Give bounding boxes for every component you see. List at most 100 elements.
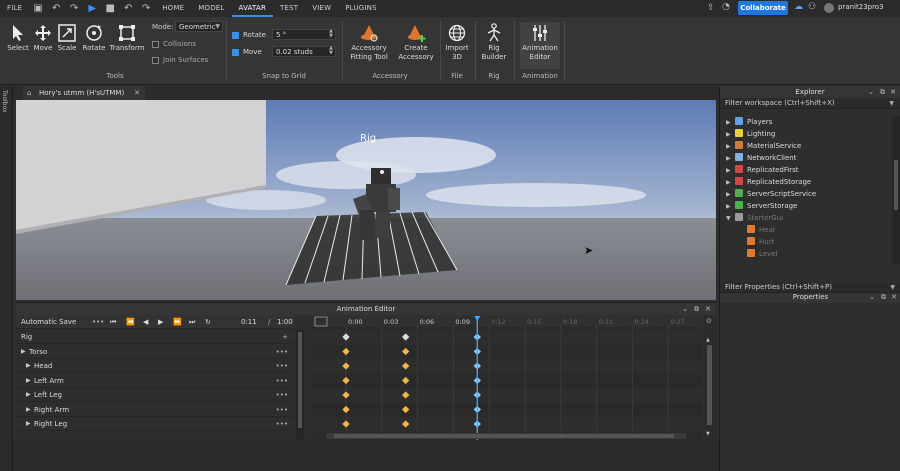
explorer-item[interactable]: ▼ StarterGui [726,212,783,224]
share-icon[interactable]: ⇪ [707,3,715,13]
close-icon[interactable]: ✕ [890,86,896,98]
menu-avatar[interactable]: AVATAR [231,0,274,17]
mode-select[interactable]: Geometric ▼ [175,21,223,32]
join-surfaces-checkbox[interactable] [152,56,159,64]
total-time-field[interactable]: 1:00 [277,315,293,329]
step-back-icon[interactable]: ⏪ [126,315,135,329]
redo-history-icon[interactable]: ↷ [140,3,152,15]
explorer-scrollbar[interactable] [892,116,900,264]
track-more-icon[interactable]: ••• [276,388,288,402]
explorer-item[interactable]: ▶ ReplicatedFirst [726,164,799,176]
transform-tool-button[interactable]: Transform [108,22,146,53]
explorer-item[interactable]: ▶ Players [726,116,772,128]
notification-icon[interactable]: ◔ [722,2,730,12]
expand-arrow-icon[interactable]: ▼ [726,213,735,225]
track-more-icon[interactable]: ••• [276,403,288,417]
track-row[interactable]: ▶ Right Arm ••• [16,403,294,417]
username[interactable]: pranit23pro3 [838,3,884,11]
track-row[interactable]: Rig + [16,330,294,344]
track-scrollbar[interactable] [296,330,304,441]
snap-move-checkbox[interactable] [232,48,239,56]
chevron-down-icon[interactable]: ⌄ [682,303,688,315]
chevron-down-icon[interactable]: ▼ [889,98,894,109]
track-row[interactable]: ▶ Right Leg ••• [16,417,294,431]
track-row[interactable]: ▶ Torso ••• [16,345,294,359]
save-icon[interactable]: ▣ [32,3,44,15]
explorer-item[interactable]: ▶ ReplicatedStorage [726,176,811,188]
collisions-toggle[interactable]: Collisions [152,40,196,48]
explorer-filter-input[interactable]: Filter workspace (Ctrl+Shift+X) ▼ [720,98,900,109]
rig-builder-button[interactable]: Rig Builder [478,22,510,62]
snap-rotate-input[interactable]: 5 ° ▲ ▼ [272,29,336,40]
expand-arrow-icon[interactable]: ▶ [26,403,31,417]
timeline-settings-icon[interactable]: ⊙ [706,317,712,325]
expand-arrow-icon[interactable]: ▶ [21,345,26,359]
collaborate-button[interactable]: Collaborate [738,1,788,15]
stop-icon[interactable]: ■ [104,3,116,15]
menu-home[interactable]: HOME [155,0,191,17]
undo-icon[interactable]: ↶ [50,3,62,15]
undock-icon[interactable]: ⧉ [694,303,699,315]
create-accessory-button[interactable]: Create Accessory [396,22,436,62]
loop-icon[interactable]: ↻ [205,315,211,329]
join-surfaces-toggle[interactable]: Join Surfaces [152,56,208,64]
menu-model[interactable]: MODEL [191,0,231,17]
rotate-tool-button[interactable]: Rotate [80,22,108,53]
expand-arrow-icon[interactable]: ▶ [26,417,31,431]
undock-icon[interactable]: ⧉ [880,86,885,98]
more-icon[interactable]: ••• [92,315,104,329]
menu-plugins[interactable]: PLUGINS [338,0,383,17]
chevron-down-icon[interactable]: ⌄ [868,86,874,98]
scale-tool-button[interactable]: Scale [55,22,79,53]
track-more-icon[interactable]: ••• [276,345,288,359]
add-track-icon[interactable]: + [282,330,288,344]
snap-move-input[interactable]: 0.02 studs ▲ ▼ [272,46,336,57]
explorer-item[interactable]: ▶ ServerStorage [726,200,797,212]
play-reverse-icon[interactable]: ◀ [143,315,148,329]
select-tool-button[interactable]: Select [5,22,31,53]
cloud-icon[interactable]: ☁ [794,2,803,12]
explorer-item[interactable]: Heal [738,224,775,236]
document-tab[interactable]: ⌂ Hory's utmm (H'sUTMM) ✕ [23,86,145,100]
play-icon[interactable]: ▶ [86,3,98,15]
accessory-fitting-tool-button[interactable]: Accessory Fitting Tool [346,22,392,62]
timeline[interactable]: 0:00 0:03 0:06 0:09 0:12 0:15 0:18 0:21 0:24 0:27… [312,315,702,441]
current-time-field[interactable]: 0:11 [241,315,257,329]
avatar[interactable] [824,3,834,13]
chevron-down-icon[interactable]: ▼ [890,282,895,293]
snap-rotate-checkbox[interactable] [232,31,239,39]
track-row[interactable]: ▶ Head ••• [16,359,294,373]
undo-history-icon[interactable]: ↶ [122,3,134,15]
toolbox-strip[interactable]: Toolbox [0,86,13,471]
menu-file[interactable]: FILE [0,0,29,17]
expand-arrow-icon[interactable]: ▶ [26,388,31,402]
close-icon[interactable]: ✕ [705,303,711,315]
scroll-up-icon[interactable]: ▲ [706,337,710,343]
animation-editor-button[interactable]: Animation Editor [520,22,560,69]
explorer-item[interactable]: Hurt [738,236,774,248]
redo-icon[interactable]: ↷ [68,3,80,15]
close-icon[interactable]: ✕ [134,86,140,100]
track-row[interactable]: ▶ Left Leg ••• [16,388,294,402]
3d-viewport[interactable]: Rig ➤ [16,100,716,300]
expand-arrow-icon[interactable]: ▶ [26,374,31,388]
explorer-item[interactable]: ▶ NetworkClient [726,152,797,164]
explorer-item[interactable]: ▶ ServerScriptService [726,188,816,200]
step-forward-icon[interactable]: ⏩ [173,315,182,329]
play-icon[interactable]: ▶ [158,315,163,329]
properties-filter-input[interactable]: Filter Properties (Ctrl+Shift+P) ▼ [720,282,900,293]
timeline-scrollbar[interactable]: ⊙ ▲ ▼ [704,315,716,441]
track-more-icon[interactable]: ••• [276,359,288,373]
skip-start-icon[interactable]: ⏮ [110,315,116,329]
track-row[interactable]: ▶ Left Arm ••• [16,374,294,388]
scrollbar-thumb[interactable] [894,160,898,210]
move-tool-button[interactable]: Move [31,22,55,53]
people-icon[interactable]: ⚇ [808,2,816,12]
explorer-item[interactable]: ▶ MaterialService [726,140,801,152]
scrollbar-thumb[interactable] [298,332,302,428]
snap-rotate-toggle[interactable]: Rotate [232,31,266,39]
snap-move-toggle[interactable]: Move [232,48,262,56]
explorer-item[interactable]: Level [738,248,777,260]
track-more-icon[interactable]: ••• [276,417,288,431]
import-3d-button[interactable]: Import 3D [442,22,472,62]
